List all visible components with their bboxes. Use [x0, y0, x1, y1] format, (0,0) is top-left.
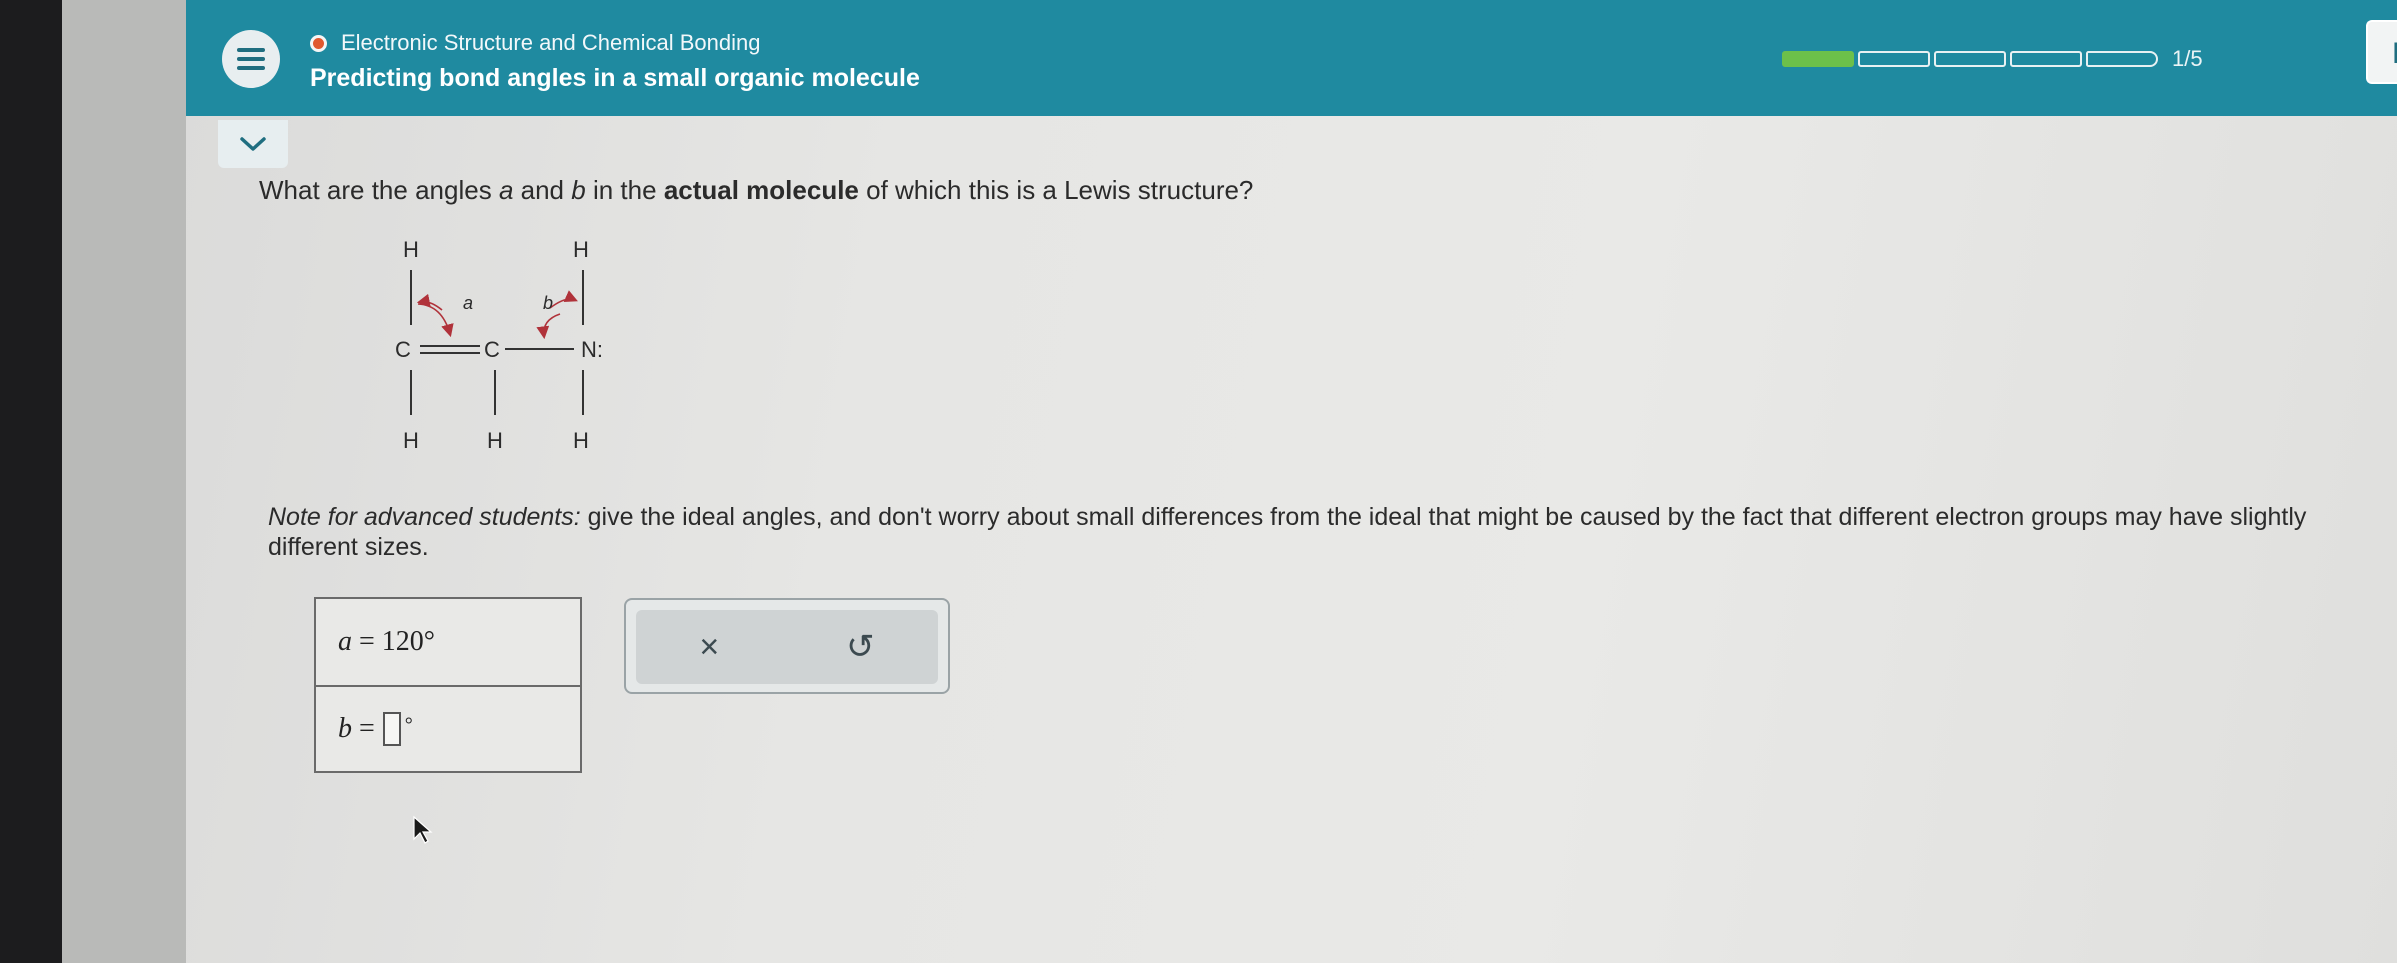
progress-label: 1/5	[2172, 46, 2203, 71]
topic-row: Electronic Structure and Chemical Bondin…	[310, 30, 760, 56]
answer-row-a: a = 120°	[338, 626, 435, 657]
atom-h-bottom-left: H	[403, 428, 419, 453]
monitor-bezel	[0, 0, 62, 963]
progress-segment-5	[2086, 51, 2158, 67]
atom-h-bottom-right: H	[573, 428, 589, 453]
collapse-toggle[interactable]	[218, 120, 288, 168]
page-subtitle: Predicting bond angles in a small organi…	[310, 64, 920, 92]
progress-segment-3	[1934, 51, 2006, 67]
answer-table: a = 120° b = °	[314, 597, 582, 773]
practice-button[interactable]: Prak	[2366, 20, 2397, 84]
answer-b-input[interactable]	[382, 712, 401, 746]
undo-icon[interactable]: ↺	[846, 627, 875, 667]
hamburger-icon	[237, 48, 265, 70]
topic-title: Electronic Structure and Chemical Bondin…	[341, 30, 761, 55]
answer-row-b: b = °	[316, 685, 580, 771]
progress-segment-2	[1858, 51, 1930, 67]
atom-n: N:	[581, 337, 603, 362]
angle-b-arrow: b	[536, 290, 578, 340]
atom-c-left: C	[395, 337, 411, 362]
menu-button[interactable]	[222, 30, 280, 88]
lewis-structure: H H C C N: H H H a b	[395, 237, 603, 453]
atom-c-center: C	[484, 337, 500, 362]
answer-tools: × ↺	[624, 598, 950, 694]
angle-a-label: a	[463, 293, 473, 313]
question-text: What are the angles a and b in the actua…	[259, 175, 1254, 205]
clear-icon[interactable]: ×	[699, 628, 719, 667]
degree-symbol: °	[404, 713, 413, 736]
progress-bar: 1/5	[1782, 46, 2203, 72]
angle-b-label: b	[543, 293, 553, 313]
progress-segment-1	[1782, 51, 1854, 67]
header-bar: Electronic Structure and Chemical Bondin…	[186, 0, 2397, 116]
screen: Electronic Structure and Chemical Bondin…	[62, 0, 2397, 963]
progress-segment-4	[2010, 51, 2082, 67]
advanced-note: Note for advanced students: give the ide…	[268, 503, 2307, 561]
angle-a-arrow: a	[416, 293, 473, 338]
chevron-down-icon	[240, 137, 266, 151]
mouse-pointer-icon	[413, 815, 433, 844]
answer-a-value: = 120°	[359, 626, 435, 657]
atom-h-top-right: H	[573, 237, 589, 262]
atom-h-bottom-center: H	[487, 428, 503, 453]
atom-h-top-left: H	[403, 237, 419, 262]
left-strip	[62, 0, 186, 963]
topic-status-icon	[310, 34, 327, 52]
tools-inner: × ↺	[636, 610, 938, 684]
